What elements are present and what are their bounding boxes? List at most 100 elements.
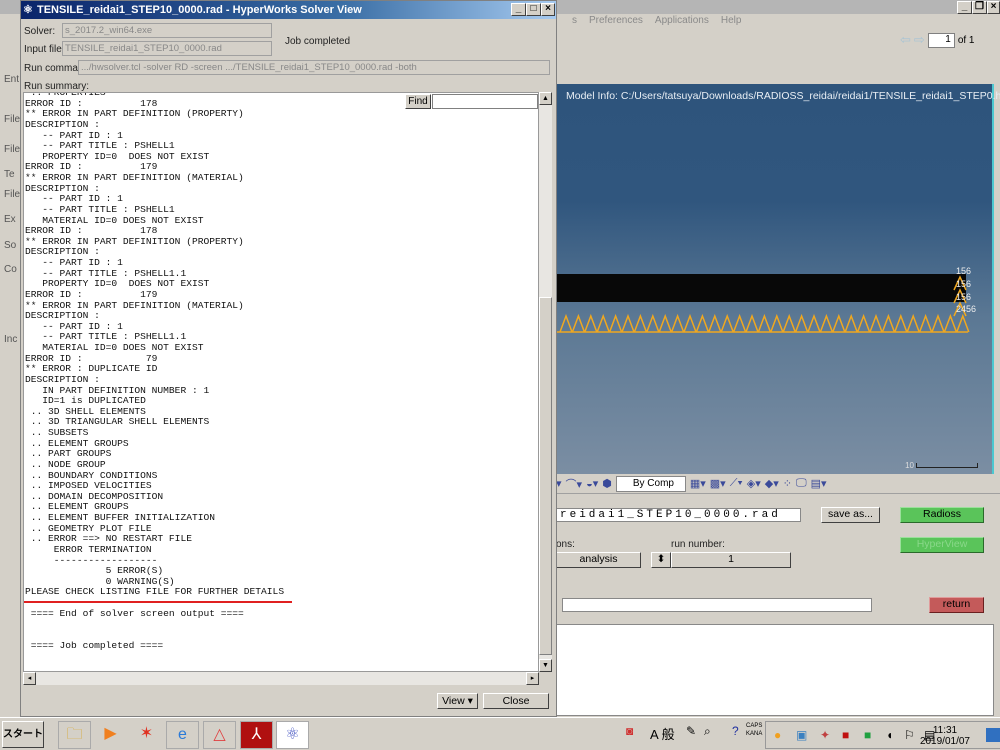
model-info: Model Info: C:/Users/tatsuya/Downloads/R… — [566, 90, 1000, 102]
caps-kana-indicator: CAPS KANA — [746, 722, 762, 738]
left-tab[interactable]: Co — [4, 264, 17, 275]
constraint-triangle — [708, 313, 722, 333]
dialog-minimize-button[interactable]: _ — [511, 3, 526, 16]
run-number-field[interactable]: 1 — [671, 552, 791, 568]
constraint-label: 2456 — [956, 304, 976, 314]
internet-explorer-icon[interactable]: e — [166, 721, 199, 749]
kana-label: KANA — [746, 731, 763, 737]
minimize-button[interactable]: _ — [957, 1, 972, 14]
hyperview-button[interactable]: HyperView — [900, 537, 984, 553]
arrow-left-icon[interactable]: ⇦ — [900, 32, 911, 48]
constraint-triangle — [559, 313, 573, 333]
message-field[interactable] — [562, 598, 872, 612]
menu-applications[interactable]: Applications — [655, 15, 709, 29]
scroll-right-icon[interactable]: ▸ — [526, 672, 539, 685]
scroll-down-icon[interactable]: ▼ — [539, 659, 552, 672]
hyperworks-icon[interactable]: ✶ — [130, 721, 163, 749]
close-window-button[interactable]: × — [987, 1, 1000, 14]
wireframe-elements-icon[interactable]: ▦▾ — [690, 477, 706, 490]
scroll-up-icon[interactable]: ▲ — [539, 92, 552, 105]
save-as-button[interactable]: save as... — [821, 507, 880, 523]
constraint-triangle — [608, 313, 623, 333]
tray-hw-icon[interactable]: ✦ — [820, 728, 830, 742]
start-button[interactable]: スタート — [2, 721, 44, 748]
shaded-elements-icon[interactable]: ▩▾ — [710, 477, 726, 490]
red-underline-annotation — [24, 601, 292, 603]
arrow-right-icon[interactable]: ⇨ — [914, 32, 925, 48]
flag-icon[interactable]: ⚐ — [904, 728, 915, 742]
help-icon[interactable]: ? — [732, 724, 739, 738]
left-tab[interactable]: File — [4, 189, 20, 200]
menu-item[interactable]: s — [572, 15, 577, 29]
scale-label: 10 — [905, 461, 914, 470]
constraint-triangle — [770, 313, 784, 333]
left-tab[interactable]: Ent — [4, 74, 19, 85]
altair-icon[interactable]: △ — [203, 721, 236, 749]
safely-remove-icon[interactable]: ■ — [864, 728, 871, 742]
constraint-triangle — [856, 313, 871, 333]
ime-mode[interactable]: A 般 — [650, 724, 675, 743]
line-icon[interactable]: ⟋▾ — [730, 477, 743, 490]
find-button[interactable]: Find — [405, 94, 431, 109]
left-tab[interactable]: File — [4, 144, 20, 155]
constraint-triangle — [931, 313, 945, 333]
app-tray-icon[interactable]: ◙ — [626, 724, 633, 738]
surface-shaded-icon[interactable]: ◒▾ — [586, 477, 598, 490]
table-icon[interactable]: ▤▾ — [811, 477, 827, 490]
run-summary-log[interactable]: .. PROPERTIES ERROR ID : 178 ** ERROR IN… — [23, 92, 539, 672]
show-desktop-button[interactable] — [986, 728, 1000, 742]
scroll-thumb[interactable] — [539, 297, 552, 655]
restore-button[interactable]: ❐ — [972, 1, 987, 14]
grid-icon[interactable]: ⁘ — [783, 477, 792, 490]
page-input[interactable]: 1 — [927, 32, 955, 48]
close-button[interactable]: Close — [483, 693, 549, 709]
volume-icon[interactable]: ◖ — [886, 728, 893, 742]
color-mode-select[interactable]: By Comp — [615, 475, 686, 492]
constraint-triangle — [918, 313, 933, 333]
constraint-triangle — [881, 313, 896, 333]
left-tab[interactable]: Ex — [4, 214, 16, 225]
media-player-icon[interactable]: ▶ — [94, 721, 127, 749]
plane-icon[interactable]: ◈▾ — [747, 477, 761, 490]
radioss-button[interactable]: Radioss — [900, 507, 984, 523]
scroll-left-icon[interactable]: ◂ — [23, 672, 36, 685]
acrobat-tray-icon[interactable]: ■ — [842, 728, 849, 742]
dialog-maximize-button[interactable]: □ — [526, 3, 541, 16]
find-input[interactable] — [432, 94, 538, 109]
menu-preferences[interactable]: Preferences — [589, 15, 643, 29]
job-status: Job completed — [285, 36, 351, 47]
left-tab[interactable]: So — [4, 240, 16, 251]
left-tab[interactable]: Inc — [4, 334, 17, 345]
spinner-icon[interactable]: ⬍ — [651, 552, 671, 568]
log-text: .. PROPERTIES ERROR ID : 178 ** ERROR IN… — [25, 92, 285, 651]
constraint-triangle — [832, 313, 846, 333]
constraint-triangle — [584, 313, 598, 333]
ime-search-icon[interactable]: ⌕ — [704, 724, 711, 739]
run-summary-label: Run summary: — [24, 81, 90, 92]
options-select[interactable]: analysis — [556, 552, 641, 568]
left-tab[interactable]: Te — [4, 169, 15, 180]
ime-tool-icon[interactable]: ✎ — [686, 724, 696, 738]
input-file-field[interactable]: reidai1_STEP10_0000.rad — [556, 508, 801, 522]
left-tab[interactable]: File — [4, 114, 20, 125]
surface-outline-icon[interactable]: ⌒▾ — [566, 476, 583, 492]
monitor-icon[interactable]: 🖵 — [796, 477, 807, 490]
view-button[interactable]: View ▾ — [437, 693, 478, 709]
solver-view-task-icon[interactable]: ⚛ — [276, 721, 309, 749]
update-icon[interactable]: ● — [774, 728, 781, 742]
solid-cube-icon[interactable]: ⬢ — [602, 477, 612, 490]
constraint-triangle — [844, 313, 858, 333]
acrobat-icon[interactable]: ⅄ — [240, 721, 273, 749]
menu-help[interactable]: Help — [721, 15, 742, 29]
graphics-viewport[interactable]: Model Info: C:/Users/tatsuya/Downloads/R… — [556, 84, 1000, 474]
dialog-close-x-button[interactable]: × — [541, 3, 555, 16]
vertical-scrollbar[interactable]: ▲ ▼ — [539, 92, 552, 672]
diamond-icon[interactable]: ◆▾ — [765, 477, 779, 490]
tray-app-icon[interactable]: ▣ — [796, 728, 807, 742]
clock[interactable]: 11:31 2019/01/07 — [920, 725, 970, 747]
date: 2019/01/07 — [919, 736, 970, 747]
dialog-titlebar[interactable]: ⚛ TENSILE_reidai1_STEP10_0000.rad - Hype… — [21, 1, 556, 19]
explorer-icon[interactable]: 🗀 — [58, 721, 91, 749]
horizontal-scrollbar[interactable]: ◂ ▸ — [23, 672, 539, 685]
return-button[interactable]: return — [929, 597, 984, 613]
